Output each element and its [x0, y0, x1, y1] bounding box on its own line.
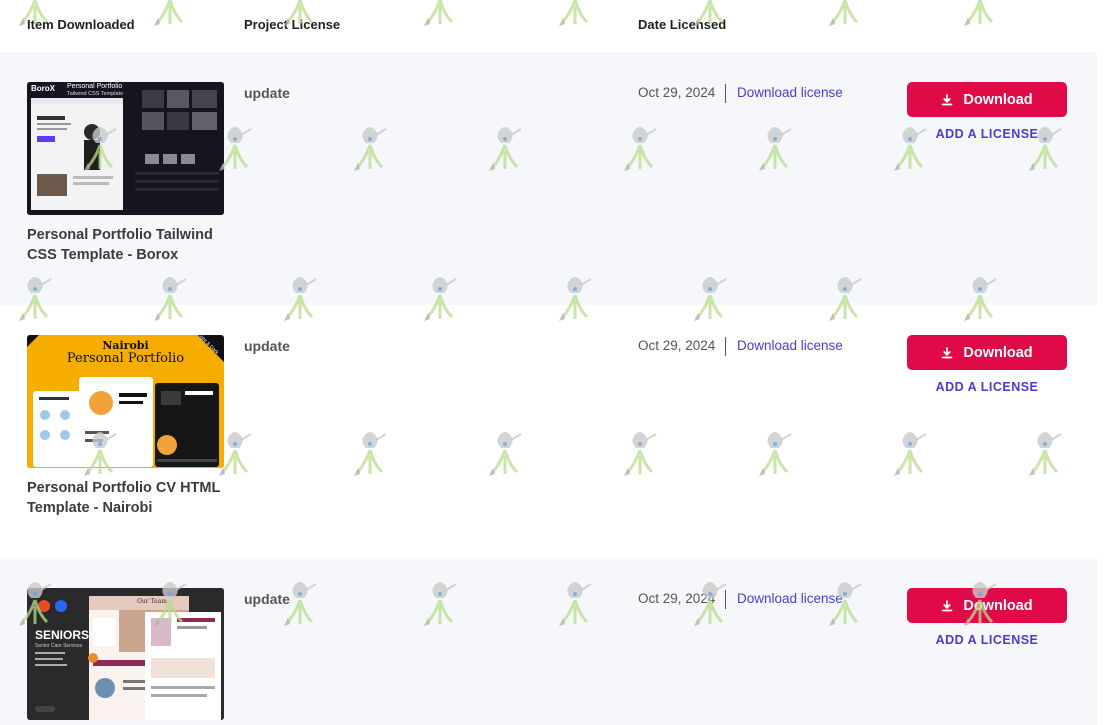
thumbnail-brand: SENIORSY	[35, 628, 98, 642]
download-icon	[941, 346, 953, 358]
download-icon	[941, 93, 953, 105]
add-license-link[interactable]: ADD A LICENSE	[907, 127, 1067, 141]
project-license: update	[244, 85, 290, 101]
download-button[interactable]: Download	[907, 82, 1067, 117]
thumbnail-image	[27, 588, 224, 720]
item-thumbnail-borox[interactable]: BoroX Personal Portfolio Tailwind CSS Te…	[27, 82, 224, 215]
download-button-label: Download	[963, 91, 1033, 108]
project-license: update	[244, 338, 290, 354]
table-row: BoroX Personal Portfolio Tailwind CSS Te…	[0, 52, 1097, 305]
table-row: SENIORSY Senior Care Services Our Team u…	[0, 558, 1097, 725]
add-license-link[interactable]: ADD A LICENSE	[907, 380, 1067, 394]
item-thumbnail-seniorsy[interactable]: SENIORSY Senior Care Services Our Team	[27, 588, 224, 720]
thumbnail-headline: Personal Portfolio	[67, 83, 123, 90]
column-header-item-downloaded: Item Downloaded	[27, 17, 135, 32]
divider	[725, 337, 726, 356]
project-license: update	[244, 591, 290, 607]
date-licensed: Oct 29, 2024	[638, 338, 716, 353]
column-header-project-license: Project License	[244, 17, 341, 32]
divider	[725, 84, 726, 103]
thumbnail-brand: BoroX	[31, 84, 55, 93]
column-header-date-licensed: Date Licensed	[638, 17, 727, 32]
thumbnail-sub: Senior Care Services	[35, 643, 83, 649]
thumbnail-image	[27, 82, 224, 215]
divider	[725, 590, 726, 609]
download-button-label: Download	[963, 597, 1033, 614]
download-license-link[interactable]: Download license	[737, 85, 843, 100]
table-row: Nairobi Personal Portfolio Light & Dark …	[0, 305, 1097, 558]
item-title[interactable]: Personal Portfolio CV HTML Template - Na…	[27, 478, 232, 518]
thumbnail-headline: Personal Portfolio	[66, 351, 185, 366]
item-thumbnail-nairobi[interactable]: Nairobi Personal Portfolio Light & Dark	[27, 335, 224, 468]
item-title[interactable]: Personal Portfolio Tailwind CSS Template…	[27, 225, 232, 265]
download-button-label: Download	[963, 344, 1033, 361]
table-header: Item Downloaded Project License Date Lic…	[0, 0, 1108, 52]
add-license-link[interactable]: ADD A LICENSE	[907, 633, 1067, 647]
download-icon	[941, 599, 953, 611]
date-licensed: Oct 29, 2024	[638, 591, 716, 606]
thumbnail-headline: Our Team	[137, 598, 167, 605]
download-button[interactable]: Download	[907, 335, 1067, 370]
download-license-link[interactable]: Download license	[737, 338, 843, 353]
download-button[interactable]: Download	[907, 588, 1067, 623]
date-licensed: Oct 29, 2024	[638, 85, 716, 100]
page-edge	[1097, 0, 1108, 725]
download-license-link[interactable]: Download license	[737, 591, 843, 606]
thumbnail-sub: Tailwind CSS Template	[67, 91, 124, 97]
